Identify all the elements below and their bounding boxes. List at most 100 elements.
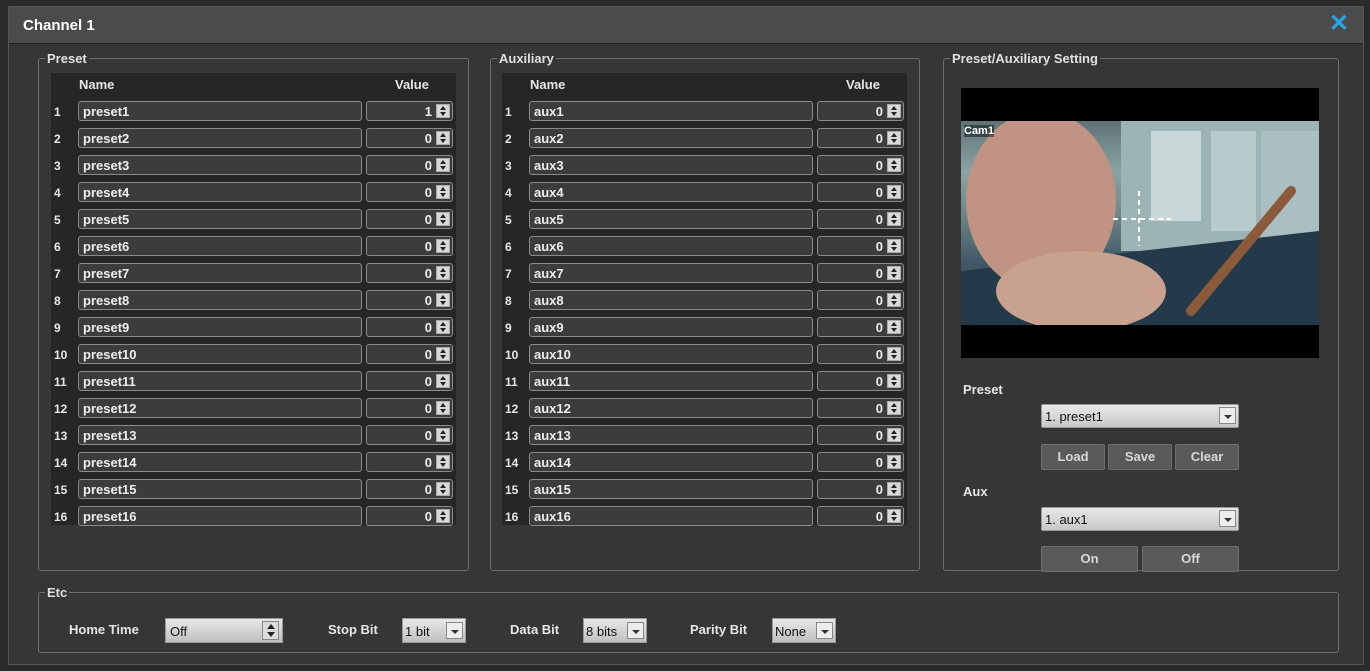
stepper-icon[interactable] xyxy=(436,239,450,253)
preset-value-stepper[interactable]: 0 xyxy=(366,128,453,148)
preset-name-field[interactable]: preset2 xyxy=(78,128,362,148)
stepper-icon[interactable] xyxy=(887,212,901,226)
aux-value-stepper[interactable]: 0 xyxy=(817,236,904,256)
camera-preview[interactable]: Cam1 xyxy=(961,88,1319,358)
data-bit-select[interactable]: 8 bits xyxy=(583,618,647,643)
on-button[interactable]: On xyxy=(1041,546,1138,572)
aux-name-field[interactable]: aux16 xyxy=(529,506,813,526)
aux-value-stepper[interactable]: 0 xyxy=(817,398,904,418)
stepper-icon[interactable] xyxy=(436,455,450,469)
preset-name-field[interactable]: preset11 xyxy=(78,371,362,391)
stepper-icon[interactable] xyxy=(887,266,901,280)
aux-name-field[interactable]: aux4 xyxy=(529,182,813,202)
chevron-down-icon[interactable] xyxy=(627,622,644,639)
aux-select[interactable]: 1. aux1 xyxy=(1041,507,1239,531)
aux-name-field[interactable]: aux5 xyxy=(529,209,813,229)
aux-value-stepper[interactable]: 0 xyxy=(817,344,904,364)
stepper-icon[interactable] xyxy=(436,401,450,415)
aux-value-stepper[interactable]: 0 xyxy=(817,479,904,499)
home-time-spinner[interactable]: Off xyxy=(165,618,283,643)
close-icon[interactable]: ✕ xyxy=(1329,11,1349,37)
aux-value-stepper[interactable]: 0 xyxy=(817,506,904,526)
aux-value-stepper[interactable]: 0 xyxy=(817,128,904,148)
stepper-icon[interactable] xyxy=(436,158,450,172)
preset-value-stepper[interactable]: 0 xyxy=(366,371,453,391)
preset-name-field[interactable]: preset6 xyxy=(78,236,362,256)
preset-name-field[interactable]: preset1 xyxy=(78,101,362,121)
stop-bit-select[interactable]: 1 bit xyxy=(402,618,466,643)
stepper-icon[interactable] xyxy=(436,131,450,145)
preset-value-stepper[interactable]: 0 xyxy=(366,182,453,202)
stepper-icon[interactable] xyxy=(887,104,901,118)
aux-name-field[interactable]: aux2 xyxy=(529,128,813,148)
aux-value-stepper[interactable]: 0 xyxy=(817,209,904,229)
stepper-icon[interactable] xyxy=(436,212,450,226)
stepper-icon[interactable] xyxy=(436,428,450,442)
preset-value-stepper[interactable]: 0 xyxy=(366,290,453,310)
chevron-down-icon[interactable] xyxy=(816,622,833,639)
preset-name-field[interactable]: preset5 xyxy=(78,209,362,229)
stepper-icon[interactable] xyxy=(262,621,279,640)
preset-value-stepper[interactable]: 0 xyxy=(366,398,453,418)
stepper-icon[interactable] xyxy=(887,455,901,469)
aux-name-field[interactable]: aux3 xyxy=(529,155,813,175)
clear-button[interactable]: Clear xyxy=(1175,444,1239,470)
stepper-icon[interactable] xyxy=(436,104,450,118)
aux-value-stepper[interactable]: 0 xyxy=(817,290,904,310)
aux-name-field[interactable]: aux12 xyxy=(529,398,813,418)
aux-name-field[interactable]: aux11 xyxy=(529,371,813,391)
stepper-icon[interactable] xyxy=(436,185,450,199)
preset-name-field[interactable]: preset7 xyxy=(78,263,362,283)
preset-value-stepper[interactable]: 0 xyxy=(366,317,453,337)
stepper-icon[interactable] xyxy=(887,239,901,253)
aux-value-stepper[interactable]: 0 xyxy=(817,263,904,283)
stepper-icon[interactable] xyxy=(436,266,450,280)
aux-name-field[interactable]: aux14 xyxy=(529,452,813,472)
aux-name-field[interactable]: aux8 xyxy=(529,290,813,310)
preset-value-stepper[interactable]: 0 xyxy=(366,506,453,526)
stepper-icon[interactable] xyxy=(436,482,450,496)
stepper-icon[interactable] xyxy=(887,131,901,145)
preset-name-field[interactable]: preset4 xyxy=(78,182,362,202)
chevron-down-icon[interactable] xyxy=(1219,407,1236,424)
aux-value-stepper[interactable]: 0 xyxy=(817,155,904,175)
preset-name-field[interactable]: preset3 xyxy=(78,155,362,175)
chevron-down-icon[interactable] xyxy=(446,622,463,639)
preset-value-stepper[interactable]: 0 xyxy=(366,155,453,175)
stepper-icon[interactable] xyxy=(887,185,901,199)
aux-value-stepper[interactable]: 0 xyxy=(817,101,904,121)
aux-name-field[interactable]: aux7 xyxy=(529,263,813,283)
chevron-down-icon[interactable] xyxy=(1219,510,1236,527)
stepper-icon[interactable] xyxy=(887,482,901,496)
aux-value-stepper[interactable]: 0 xyxy=(817,452,904,472)
preset-value-stepper[interactable]: 0 xyxy=(366,209,453,229)
stepper-icon[interactable] xyxy=(436,509,450,523)
stepper-icon[interactable] xyxy=(887,401,901,415)
preset-value-stepper[interactable]: 0 xyxy=(366,479,453,499)
preset-name-field[interactable]: preset16 xyxy=(78,506,362,526)
preset-name-field[interactable]: preset15 xyxy=(78,479,362,499)
load-button[interactable]: Load xyxy=(1041,444,1105,470)
preset-value-stepper[interactable]: 0 xyxy=(366,263,453,283)
stepper-icon[interactable] xyxy=(436,293,450,307)
save-button[interactable]: Save xyxy=(1108,444,1172,470)
aux-value-stepper[interactable]: 0 xyxy=(817,317,904,337)
preset-name-field[interactable]: preset8 xyxy=(78,290,362,310)
preset-select[interactable]: 1. preset1 xyxy=(1041,404,1239,428)
preset-name-field[interactable]: preset9 xyxy=(78,317,362,337)
aux-name-field[interactable]: aux9 xyxy=(529,317,813,337)
stepper-icon[interactable] xyxy=(887,158,901,172)
preset-value-stepper[interactable]: 0 xyxy=(366,344,453,364)
preset-value-stepper[interactable]: 1 xyxy=(366,101,453,121)
stepper-icon[interactable] xyxy=(887,428,901,442)
stepper-icon[interactable] xyxy=(887,374,901,388)
stepper-icon[interactable] xyxy=(436,374,450,388)
aux-value-stepper[interactable]: 0 xyxy=(817,182,904,202)
aux-name-field[interactable]: aux10 xyxy=(529,344,813,364)
preset-name-field[interactable]: preset14 xyxy=(78,452,362,472)
preset-value-stepper[interactable]: 0 xyxy=(366,452,453,472)
preset-name-field[interactable]: preset10 xyxy=(78,344,362,364)
preset-name-field[interactable]: preset13 xyxy=(78,425,362,445)
aux-value-stepper[interactable]: 0 xyxy=(817,371,904,391)
stepper-icon[interactable] xyxy=(887,347,901,361)
